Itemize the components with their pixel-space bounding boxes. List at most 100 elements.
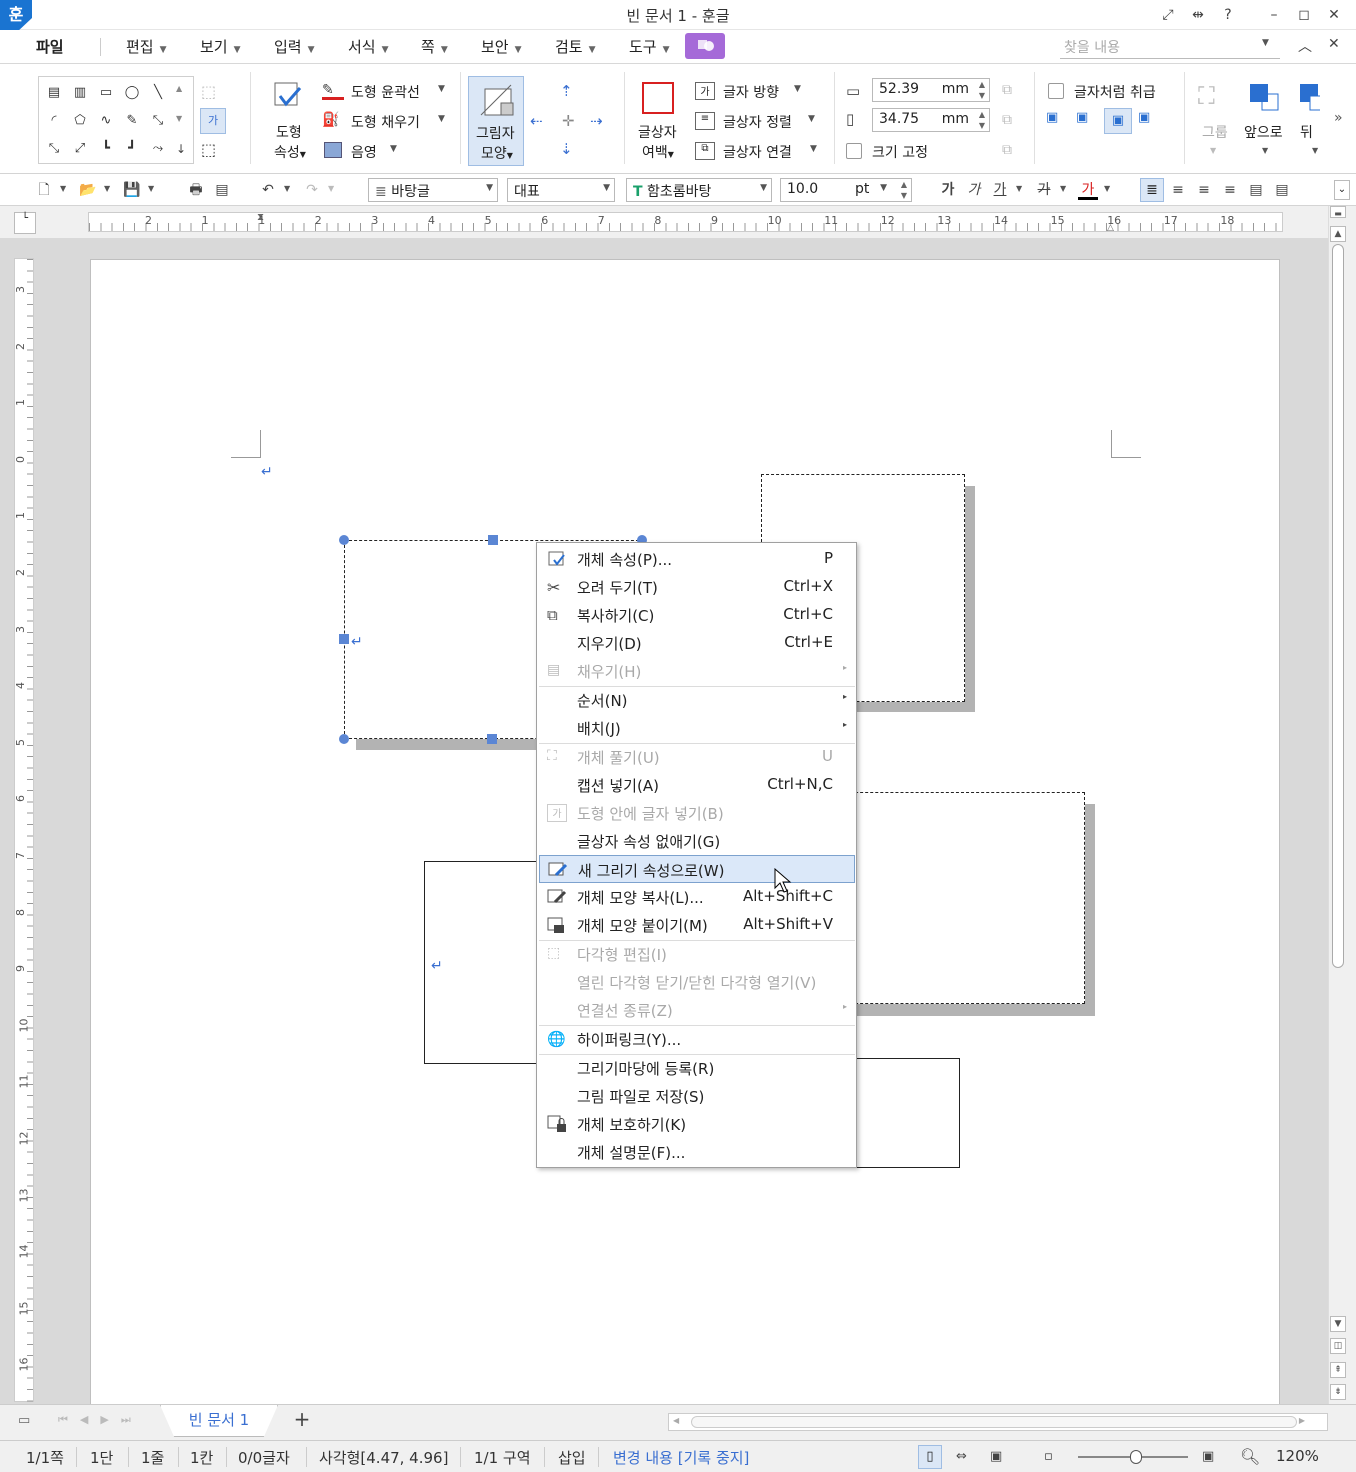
- chevron-down-icon[interactable]: ▼: [438, 114, 445, 124]
- ctx-delete[interactable]: 지우기(D) Ctrl+E: [539, 629, 855, 657]
- freehand-icon[interactable]: ✎: [120, 110, 144, 132]
- new-doc-icon[interactable]: 🗋: [34, 180, 54, 200]
- width-field[interactable]: 52.39 mm ▲ ▼: [872, 78, 990, 102]
- ctx-paste-shape[interactable]: 개체 모양 붙이기(M) Alt+Shift+V: [539, 911, 855, 939]
- send-back-icon[interactable]: [1298, 82, 1320, 114]
- search-dropdown-icon[interactable]: ▼: [1262, 38, 1269, 48]
- ctx-order[interactable]: 순서(N) ▸: [539, 686, 855, 714]
- resize-handle[interactable]: [339, 734, 349, 744]
- ctx-save-as-image[interactable]: 그림 파일로 저장(S): [539, 1082, 855, 1110]
- zoom-fit-icon[interactable]: ▣: [1202, 1449, 1214, 1464]
- chevron-down-icon[interactable]: ▼: [1262, 146, 1268, 155]
- gallery-expand-icon[interactable]: ↓: [176, 142, 186, 156]
- connector-elbow-icon[interactable]: ┗: [94, 138, 118, 160]
- ctx-object-description[interactable]: 개체 설명문(F)...: [539, 1138, 855, 1166]
- fixed-size-checkbox[interactable]: [846, 143, 862, 159]
- ctx-copy[interactable]: ⧉ 복사하기(C) Ctrl+C: [539, 601, 855, 629]
- spin-arrows-icon[interactable]: ▲ ▼: [979, 109, 985, 131]
- text-direction-button[interactable]: 글자 방향: [723, 82, 779, 102]
- shape-outline-button[interactable]: 도형 윤곽선: [351, 82, 420, 102]
- connector-icon[interactable]: ⤡: [146, 110, 170, 132]
- connector-curve-icon[interactable]: ⤳: [146, 138, 170, 160]
- tab-list-icon[interactable]: ▭: [18, 1413, 30, 1428]
- send-back-label[interactable]: 뒤: [1300, 122, 1313, 142]
- bring-front-label[interactable]: 앞으로: [1244, 122, 1283, 142]
- shadow-right-icon[interactable]: ⇢: [590, 112, 603, 130]
- select-objects-icon[interactable]: ⬚: [201, 140, 223, 162]
- ctx-object-properties[interactable]: 개체 속성(P)... P: [539, 545, 855, 573]
- prev-page-icon[interactable]: ⇞: [1330, 1362, 1346, 1378]
- tab-type-icon[interactable]: └: [14, 212, 36, 234]
- chevron-down-icon[interactable]: ▼: [148, 184, 154, 193]
- help-icon[interactable]: ?: [1216, 4, 1240, 26]
- chevron-down-icon[interactable]: ▼: [1312, 146, 1318, 155]
- ctx-copy-shape[interactable]: 개체 모양 복사(L)... Alt+Shift+C: [539, 883, 855, 911]
- menu-insert[interactable]: 입력 ▼: [274, 36, 315, 57]
- drawing-tool-tab-button[interactable]: [685, 33, 725, 59]
- status-zoom[interactable]: 120%: [1276, 1447, 1319, 1465]
- wrap-behind-icon[interactable]: ▣: [1104, 108, 1132, 134]
- chevron-down-icon[interactable]: ▼: [390, 144, 397, 154]
- textbox-align-icon[interactable]: ≡: [695, 112, 715, 130]
- shadow-up-icon[interactable]: ⇡: [560, 82, 573, 100]
- zoom-out-icon[interactable]: ▫: [1044, 1449, 1053, 1464]
- horizontal-scrollbar[interactable]: ◀ ▶: [668, 1413, 1328, 1431]
- ctx-arrange[interactable]: 배치(J) ▸: [539, 714, 855, 742]
- next-page-icon[interactable]: ⇟: [1330, 1384, 1346, 1400]
- connector-arrow-icon[interactable]: ⤢: [68, 138, 92, 160]
- ctx-protect-object[interactable]: 개체 보호하기(K): [539, 1110, 855, 1138]
- italic-button[interactable]: 가: [964, 180, 984, 200]
- tab-nav-icons[interactable]: ⏮◀▶⏭: [58, 1413, 143, 1427]
- open-folder-icon[interactable]: 📂: [78, 180, 98, 200]
- minimize-icon[interactable]: –: [1262, 4, 1286, 26]
- view-normal-icon[interactable]: ▯: [918, 1445, 942, 1469]
- chevron-down-icon[interactable]: ▼: [1016, 184, 1022, 193]
- textbox-align-button[interactable]: 글상자 정렬: [723, 112, 792, 132]
- textbox-link-icon[interactable]: ⧉: [695, 142, 715, 160]
- view-width-icon[interactable]: ⇔: [956, 1449, 967, 1464]
- page-nav-icon[interactable]: ◫: [1330, 1338, 1346, 1354]
- tab-document[interactable]: 빈 문서 1: [160, 1405, 278, 1437]
- chevron-down-icon[interactable]: ▼: [1104, 184, 1110, 193]
- shadow-left-icon[interactable]: ⇠: [530, 112, 543, 130]
- menu-format[interactable]: 서식 ▼: [348, 36, 389, 57]
- textbox-margin-label-2[interactable]: 여백▼: [642, 142, 674, 162]
- shadow-center-icon[interactable]: ✛: [562, 112, 575, 130]
- save-icon[interactable]: 💾: [122, 180, 142, 200]
- font-color-button[interactable]: 가: [1078, 180, 1098, 200]
- align-right-icon[interactable]: ≡: [1220, 180, 1240, 200]
- add-tab-button[interactable]: +: [284, 1407, 320, 1437]
- print-icon[interactable]: 🖶: [186, 180, 206, 200]
- vertical-ruler[interactable]: 3 2 1 0 1 2 3 4 5 6 7 8 9 10 11 12 13 14 15 16: [14, 258, 34, 1403]
- font-size-field[interactable]: 10.0 pt ▼ ▲ ▼: [780, 178, 912, 202]
- split-icon[interactable]: ⇹: [1186, 4, 1210, 26]
- shadow-shape-button[interactable]: 그림자 모양▼: [468, 76, 524, 166]
- wrap-front-icon[interactable]: ▣: [1138, 110, 1160, 130]
- status-insert-mode[interactable]: 삽입: [558, 1447, 586, 1468]
- menu-security[interactable]: 보안 ▼: [481, 36, 522, 57]
- fullscreen-icon[interactable]: ⤢: [1156, 4, 1180, 26]
- zoom-icon[interactable]: 🔍︎: [1240, 1447, 1260, 1466]
- horizontal-ruler[interactable]: ⧗ △ 2 1 1 2 3 4 5 6 7 8 9 10 11 12 13 14 15 16 17 18: [88, 212, 1284, 233]
- rectangle-icon[interactable]: ▭: [94, 82, 118, 104]
- status-page[interactable]: 1/1쪽: [26, 1447, 64, 1468]
- language-select[interactable]: 대표 ▼: [507, 178, 615, 202]
- menu-tools[interactable]: 도구 ▼: [629, 36, 670, 57]
- ctx-register-gallery[interactable]: 그리기마당에 등록(R): [539, 1054, 855, 1082]
- status-track-changes[interactable]: 변경 내용 [기록 중지]: [613, 1447, 749, 1468]
- scroll-left-icon[interactable]: ◀: [673, 1416, 679, 1425]
- distribute-icon[interactable]: ▤: [1246, 180, 1266, 200]
- chevron-down-icon[interactable]: ▼: [794, 84, 801, 94]
- view-page-icon[interactable]: ▣: [990, 1449, 1002, 1464]
- close-icon[interactable]: ✕: [1322, 4, 1346, 26]
- wrap-tight-icon[interactable]: ▣: [1076, 110, 1098, 130]
- curve-icon[interactable]: ∿: [94, 110, 118, 132]
- resize-handle[interactable]: [339, 535, 349, 545]
- underline-button[interactable]: 가: [990, 180, 1010, 200]
- outline-color-icon[interactable]: ✎: [322, 82, 344, 100]
- align-center-icon[interactable]: ≡: [1194, 180, 1214, 200]
- scroll-up-icon[interactable]: ▲: [1330, 226, 1346, 242]
- menu-review[interactable]: 검토 ▼: [555, 36, 596, 57]
- ctx-insert-caption[interactable]: 캡션 넣기(A) Ctrl+N,C: [539, 771, 855, 799]
- strikethrough-button[interactable]: 가: [1034, 180, 1054, 200]
